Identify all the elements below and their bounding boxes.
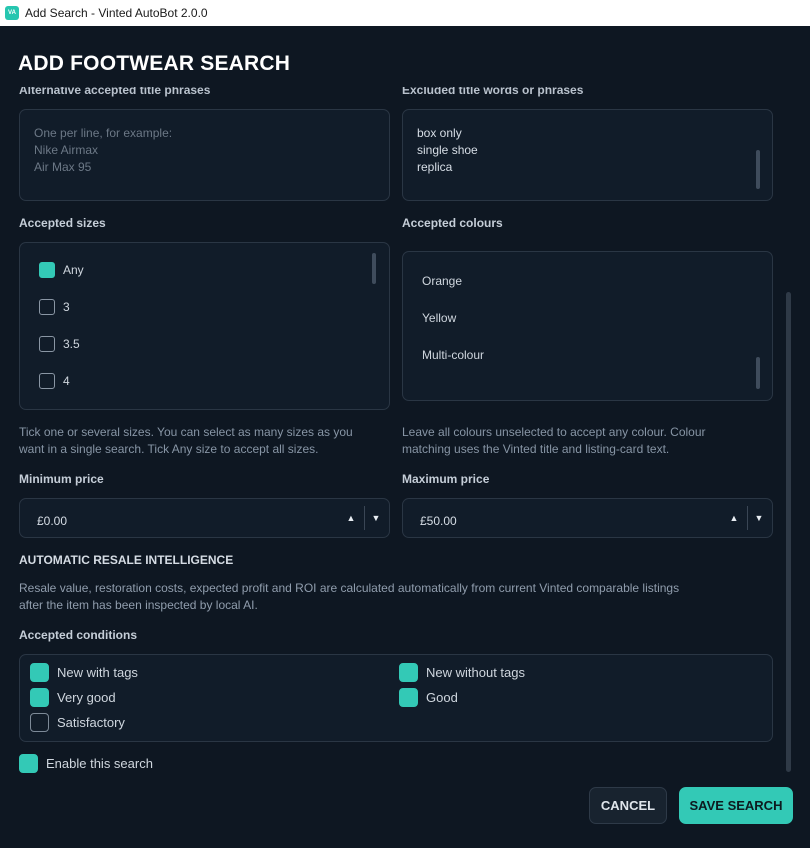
size-3-5-checkbox[interactable] — [39, 336, 55, 352]
size-3-label: 3 — [63, 300, 70, 314]
conditions-panel: New with tags New without tags Very good… — [19, 654, 773, 742]
page-title: ADD FOOTWEAR SEARCH — [18, 52, 291, 75]
size-4-label: 4 — [63, 374, 70, 388]
condition-very-good-label: Very good — [57, 690, 116, 705]
excluded-value: box only single shoe replica — [417, 126, 478, 174]
colours-list[interactable]: Orange Yellow Multi-colour — [402, 251, 773, 401]
sizes-list[interactable]: Any 3 3.5 4 — [19, 242, 390, 410]
alt-phrases-textarea[interactable]: One per line, for example: Nike Airmax A… — [19, 109, 390, 201]
window-titlebar: VA Add Search - Vinted AutoBot 2.0.0 — [0, 0, 810, 26]
size-option-any[interactable]: Any — [39, 262, 84, 278]
max-price-input[interactable]: £50.00 ▲ ▼ — [402, 498, 773, 538]
size-any-label: Any — [63, 263, 84, 277]
size-3-checkbox[interactable] — [39, 299, 55, 315]
max-price-down-icon[interactable]: ▼ — [747, 499, 771, 537]
enable-search-toggle[interactable]: Enable this search — [19, 754, 153, 773]
resale-heading: AUTOMATIC RESALE INTELLIGENCE — [19, 553, 234, 567]
condition-new-without-tags-checkbox[interactable] — [399, 663, 418, 682]
min-price-value: £0.00 — [37, 514, 68, 528]
enable-search-checkbox[interactable] — [19, 754, 38, 773]
size-option-4[interactable]: 4 — [39, 373, 70, 389]
size-4-checkbox[interactable] — [39, 373, 55, 389]
condition-new-without-tags-label: New without tags — [426, 665, 525, 680]
save-search-button[interactable]: SAVE SEARCH — [679, 787, 793, 824]
add-search-dialog: ADD FOOTWEAR SEARCH Alternative accepted… — [0, 26, 810, 848]
condition-satisfactory[interactable]: Satisfactory — [30, 713, 125, 732]
condition-new-without-tags[interactable]: New without tags — [399, 663, 525, 682]
condition-new-with-tags-checkbox[interactable] — [30, 663, 49, 682]
size-any-checkbox[interactable] — [39, 262, 55, 278]
condition-good-label: Good — [426, 690, 458, 705]
colours-scrollbar[interactable] — [756, 357, 760, 389]
sizes-scrollbar[interactable] — [372, 253, 376, 284]
condition-very-good-checkbox[interactable] — [30, 688, 49, 707]
size-option-3[interactable]: 3 — [39, 299, 70, 315]
colour-option-orange[interactable]: Orange — [422, 274, 462, 288]
condition-satisfactory-checkbox[interactable] — [30, 713, 49, 732]
colour-option-yellow[interactable]: Yellow — [422, 311, 456, 325]
enable-search-label: Enable this search — [46, 756, 153, 771]
alt-phrases-placeholder: One per line, for example: Nike Airmax A… — [34, 126, 173, 174]
condition-good-checkbox[interactable] — [399, 688, 418, 707]
colours-help: Leave all colours unselected to accept a… — [402, 425, 706, 456]
max-price-value: £50.00 — [420, 514, 457, 528]
colour-option-multi[interactable]: Multi-colour — [422, 348, 484, 362]
condition-very-good[interactable]: Very good — [30, 688, 116, 707]
condition-satisfactory-label: Satisfactory — [57, 715, 125, 730]
min-price-up-icon[interactable]: ▲ — [339, 499, 363, 537]
resale-description: Resale value, restoration costs, expecte… — [19, 581, 680, 612]
excluded-scrollbar[interactable] — [756, 150, 760, 189]
min-price-down-icon[interactable]: ▼ — [364, 499, 388, 537]
max-price-up-icon[interactable]: ▲ — [722, 499, 746, 537]
app-icon: VA — [5, 6, 19, 20]
size-option-3-5[interactable]: 3.5 — [39, 336, 80, 352]
dialog-scrollbar[interactable] — [786, 292, 791, 772]
excluded-textarea[interactable]: box only single shoe replica — [402, 109, 773, 201]
cancel-button[interactable]: CANCEL — [589, 787, 667, 824]
sizes-label: Accepted sizes — [19, 216, 106, 230]
size-3-5-label: 3.5 — [63, 337, 80, 351]
condition-new-with-tags-label: New with tags — [57, 665, 138, 680]
max-price-label: Maximum price — [402, 472, 490, 486]
min-price-input[interactable]: £0.00 ▲ ▼ — [19, 498, 390, 538]
condition-new-with-tags[interactable]: New with tags — [30, 663, 138, 682]
window-title: Add Search - Vinted AutoBot 2.0.0 — [25, 6, 208, 20]
sizes-help: Tick one or several sizes. You can selec… — [19, 425, 353, 456]
colours-label: Accepted colours — [402, 216, 503, 230]
min-price-label: Minimum price — [19, 472, 104, 486]
conditions-label: Accepted conditions — [19, 628, 138, 642]
condition-good[interactable]: Good — [399, 688, 458, 707]
